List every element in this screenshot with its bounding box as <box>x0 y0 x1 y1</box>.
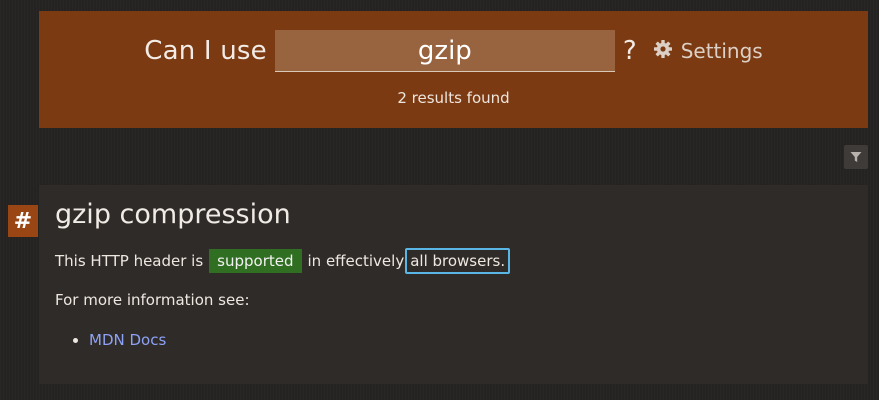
site-header: Can I use ? <box>39 11 868 128</box>
search-input[interactable] <box>274 30 615 72</box>
more-info-label: For more information see: <box>55 291 250 309</box>
settings-label: Settings <box>680 39 763 63</box>
description-text-start: This HTTP header is <box>55 252 204 270</box>
filter-icon <box>850 148 862 167</box>
support-badge: supported <box>209 249 302 273</box>
gear-icon <box>653 39 681 64</box>
mdn-docs-link[interactable]: MDN Docs <box>89 331 166 349</box>
description-text-middle: in effectively <box>307 252 405 270</box>
feature-title: gzip compression <box>55 199 291 230</box>
feature-card: gzip compression This HTTP header is sup… <box>39 185 868 384</box>
feature-anchor-link[interactable]: # <box>8 205 38 237</box>
filter-button[interactable] <box>844 145 868 169</box>
settings-button[interactable]: Settings <box>653 39 763 64</box>
feature-description: This HTTP header is supported in effecti… <box>55 248 511 274</box>
can-i-use-label: Can I use <box>144 36 267 66</box>
resource-links: MDN Docs <box>55 331 166 349</box>
list-item: MDN Docs <box>89 331 166 349</box>
search-row: Can I use ? <box>39 29 868 73</box>
question-mark: ? <box>622 36 637 66</box>
all-browsers-link[interactable]: all browsers. <box>405 248 511 274</box>
results-count: 2 results found <box>397 89 510 107</box>
